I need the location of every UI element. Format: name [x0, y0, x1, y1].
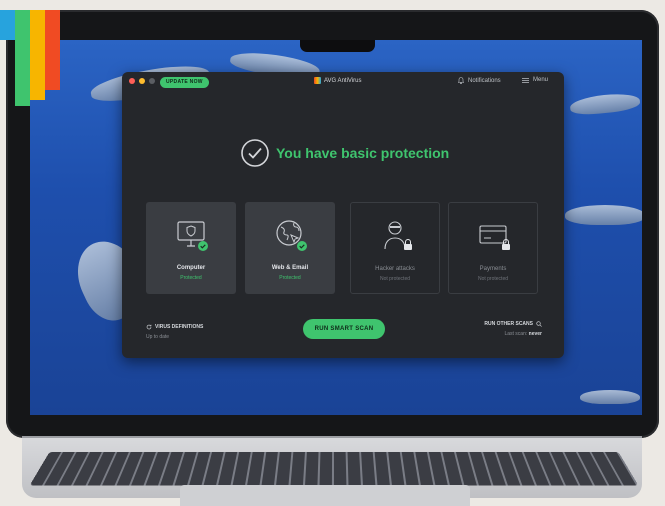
tile-name: Computer [176, 265, 206, 271]
check-circle-icon [241, 139, 269, 167]
globe-cursor-icon [276, 220, 307, 251]
menu-label: Menu [533, 77, 549, 83]
tile-status: Protected [180, 275, 202, 281]
virus-definitions-status: Up to date [146, 334, 170, 340]
tile-status: Protected [279, 275, 301, 281]
title-bar: UPDATE NOW AVG AntiVirus Notifications M… [122, 72, 564, 92]
bell-icon [458, 77, 464, 84]
payments-tile[interactable]: Payments Not protected [448, 202, 538, 294]
run-smart-scan-button[interactable]: RUN SMART SCAN [303, 319, 385, 339]
hacker-lock-icon [384, 221, 412, 250]
tile-status: Not protected [477, 276, 509, 282]
computer-tile[interactable]: Computer Protected [146, 202, 236, 294]
protection-status: You have basic protection [240, 138, 449, 168]
tile-name: Hacker attacks [375, 266, 415, 272]
last-scan-info: Last scan: never [484, 331, 542, 337]
camera-notch [300, 40, 375, 52]
search-icon [536, 321, 542, 327]
hamburger-icon [522, 77, 529, 83]
trackpad [180, 485, 470, 506]
web-email-tile[interactable]: Web & Email Protected [245, 202, 335, 294]
notifications-label: Notifications [468, 77, 501, 84]
menu-button[interactable]: Menu [522, 77, 548, 83]
avg-logo-icon [0, 10, 60, 106]
app-title-text: AVG AntiVirus [324, 77, 362, 84]
virus-definitions-label: VIRUS DEFINITIONS [155, 324, 204, 330]
notifications-button[interactable]: Notifications [458, 77, 501, 84]
keyboard [29, 451, 639, 486]
last-scan-value: never [528, 331, 542, 337]
avg-app-icon [314, 77, 321, 84]
tile-name: Payments [479, 266, 507, 272]
close-window-button[interactable] [129, 78, 135, 84]
window-controls [129, 78, 155, 84]
app-title: AVG AntiVirus [314, 77, 361, 84]
last-scan-label: Last scan: [504, 331, 528, 337]
virus-definitions-title: VIRUS DEFINITIONS [146, 324, 203, 330]
status-headline: You have basic protection [276, 145, 450, 161]
other-scans[interactable]: RUN OTHER SCANS Last scan: never [484, 321, 542, 337]
minimize-window-button[interactable] [139, 78, 145, 84]
monitor-shield-icon [177, 221, 208, 251]
zoom-window-button[interactable] [149, 78, 155, 84]
refresh-icon [146, 324, 152, 330]
update-now-button[interactable]: UPDATE NOW [160, 77, 209, 88]
run-other-scans-link[interactable]: RUN OTHER SCANS [484, 321, 542, 327]
tile-name: Web & Email [271, 265, 309, 271]
hacker-attacks-tile[interactable]: Hacker attacks Not protected [350, 202, 440, 294]
card-lock-icon [479, 225, 510, 250]
avg-app-window: UPDATE NOW AVG AntiVirus Notifications M… [122, 72, 564, 358]
tile-status: Not protected [379, 276, 411, 282]
run-other-scans-label: RUN OTHER SCANS [484, 321, 533, 327]
virus-definitions: VIRUS DEFINITIONS Up to date [146, 324, 203, 340]
